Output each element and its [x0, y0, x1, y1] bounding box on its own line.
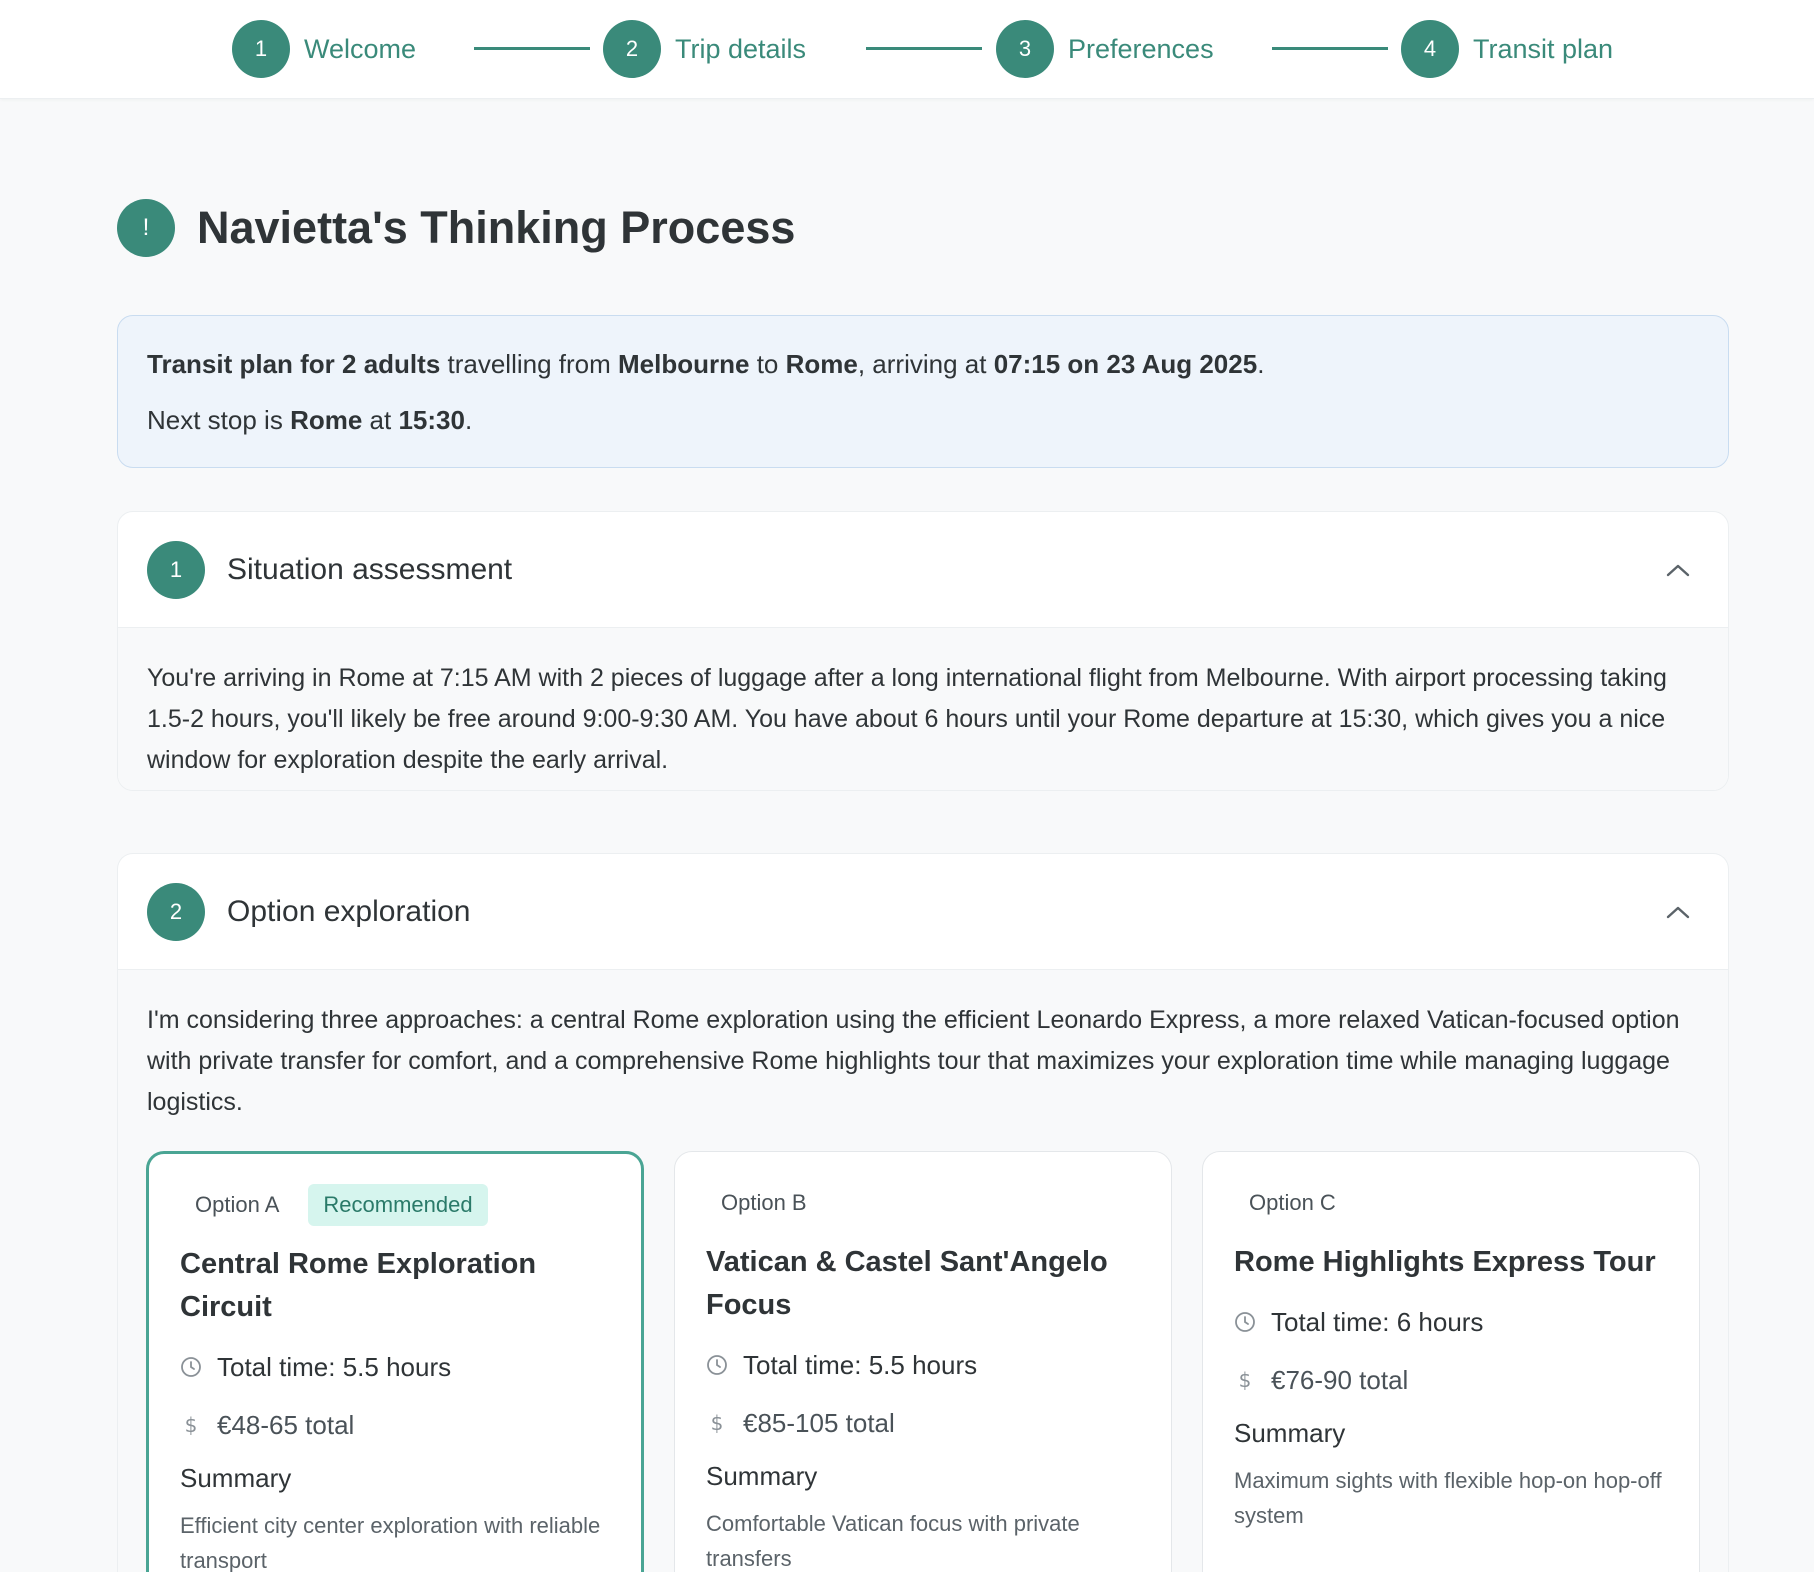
option-summary: Comfortable Vatican focus with private t…: [706, 1511, 1080, 1571]
option-price-text: €76-90 total: [1271, 1364, 1409, 1395]
step-number: 4: [1401, 20, 1459, 78]
summary-departure-time: 15:30: [398, 405, 465, 435]
option-summary: Maximum sights with flexible hop-on hop-…: [1234, 1468, 1662, 1528]
option-time: Total time: 6 hours: [1234, 1302, 1668, 1342]
step-connector: [1272, 47, 1388, 50]
section-title: Situation assessment: [227, 552, 513, 586]
chevron-up-icon[interactable]: [1664, 556, 1692, 584]
option-summary-heading: Summary: [706, 1461, 818, 1491]
summary-text: to: [749, 349, 786, 379]
exclamation-icon: !: [117, 199, 175, 257]
clock-icon: [706, 1354, 728, 1376]
section-header[interactable]: 1 Situation assessment: [118, 512, 1728, 628]
page-header: ! Navietta's Thinking Process: [117, 199, 795, 257]
option-summary-heading: Summary: [1234, 1418, 1346, 1448]
option-card-b[interactable]: Option B Vatican & Castel Sant'Angelo Fo…: [674, 1151, 1172, 1572]
step-connector: [474, 47, 590, 50]
summary-next-city: Rome: [290, 405, 363, 435]
step-number: 2: [603, 20, 661, 78]
section-header[interactable]: 2 Option exploration: [118, 854, 1728, 970]
option-time-text: Total time: 6 hours: [1271, 1306, 1484, 1337]
svg-text:$: $: [185, 1414, 198, 1436]
dollar-icon: $: [180, 1414, 202, 1436]
step-label: Transit plan: [1473, 33, 1614, 64]
section-body: You're arriving in Rome at 7:15 AM with …: [118, 628, 1728, 790]
option-summary-heading: Summary: [180, 1463, 292, 1493]
option-title: Central Rome Exploration Circuit: [180, 1248, 537, 1323]
step-transit-plan[interactable]: 4 Transit plan: [1401, 20, 1613, 78]
clock-icon: [180, 1356, 202, 1378]
option-tag: Option B: [721, 1190, 807, 1215]
option-price: $ €48-65 total: [180, 1405, 610, 1445]
option-time-text: Total time: 5.5 hours: [743, 1349, 978, 1380]
step-number: 3: [996, 20, 1054, 78]
step-connector: [866, 47, 982, 50]
summary-line-arrival: Transit plan for 2 adults travelling fro…: [147, 346, 1699, 382]
section-title: Option exploration: [227, 894, 471, 928]
option-title: Rome Highlights Express Tour: [1234, 1246, 1656, 1278]
option-tag: Option A: [195, 1192, 280, 1217]
dollar-icon: $: [1234, 1369, 1256, 1391]
progress-stepper: 1 Welcome 2 Trip details 3 Preferences 4…: [0, 0, 1814, 99]
dollar-icon: $: [706, 1412, 728, 1434]
summary-text: .: [464, 405, 473, 435]
summary-text: travelling from: [440, 349, 619, 379]
step-label: Welcome: [304, 33, 417, 64]
summary-text: Next stop is: [147, 405, 291, 435]
option-price: $ €76-90 total: [1234, 1360, 1668, 1400]
option-cards: Option A Recommended Central Rome Explor…: [146, 1151, 1700, 1572]
option-time-text: Total time: 5.5 hours: [217, 1351, 452, 1382]
summary-text: .: [1257, 349, 1265, 379]
summary-origin: Melbourne: [618, 349, 750, 379]
step-label: Trip details: [675, 33, 807, 64]
summary-party: Transit plan for 2 adults: [147, 349, 441, 379]
option-price: $ €85-105 total: [706, 1403, 1140, 1443]
step-number: 1: [232, 20, 290, 78]
chevron-up-icon[interactable]: [1664, 898, 1692, 926]
option-time: Total time: 5.5 hours: [706, 1345, 1140, 1385]
option-price-text: €48-65 total: [217, 1409, 355, 1440]
summary-destination: Rome: [785, 349, 858, 379]
section-number: 2: [147, 882, 205, 941]
option-card-c[interactable]: Option C Rome Highlights Express Tour To…: [1202, 1151, 1700, 1572]
option-card-a[interactable]: Option A Recommended Central Rome Explor…: [146, 1151, 644, 1572]
option-price-text: €85-105 total: [743, 1407, 895, 1438]
section-number: 1: [147, 540, 205, 599]
step-preferences[interactable]: 3 Preferences: [996, 20, 1214, 78]
summary-line-next-stop: Next stop is Rome at 15:30.: [147, 402, 1699, 438]
section-situation-assessment: 1 Situation assessment You're arriving i…: [117, 511, 1729, 791]
svg-text:$: $: [711, 1412, 724, 1434]
summary-arrival-time: 07:15 on 23 Aug 2025: [993, 349, 1258, 379]
step-welcome[interactable]: 1 Welcome: [232, 20, 416, 78]
summary-text: at: [362, 405, 399, 435]
step-label: Preferences: [1068, 33, 1214, 64]
option-tag: Option C: [1249, 1190, 1336, 1215]
trip-summary: Transit plan for 2 adults travelling fro…: [117, 315, 1729, 468]
page-title: Navietta's Thinking Process: [197, 202, 796, 253]
clock-icon: [1234, 1311, 1256, 1333]
option-title: Vatican & Castel Sant'Angelo Focus: [706, 1246, 1108, 1321]
option-time: Total time: 5.5 hours: [180, 1347, 610, 1387]
svg-text:$: $: [1239, 1369, 1252, 1391]
option-summary: Efficient city center exploration with r…: [180, 1513, 601, 1572]
summary-text: , arriving at: [857, 349, 994, 379]
step-trip-details[interactable]: 2 Trip details: [603, 20, 806, 78]
recommended-badge: Recommended: [308, 1184, 488, 1226]
section-text: I'm considering three approaches: a cent…: [147, 1006, 1680, 1116]
